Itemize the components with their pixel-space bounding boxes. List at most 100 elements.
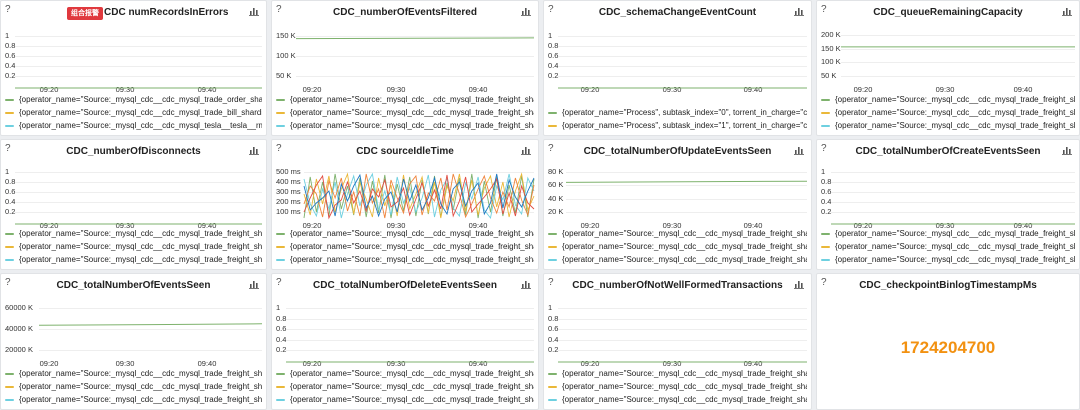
legend-swatch xyxy=(548,245,557,248)
legend-item[interactable]: {operator_name="Source:_mysql_cdc__cdc_m… xyxy=(276,253,534,266)
legend-swatch xyxy=(821,245,830,248)
legend-item[interactable]: {operator_name="Source:_mysql_cdc__cdc_m… xyxy=(548,253,807,266)
bar-chart-icon[interactable] xyxy=(794,146,804,155)
panel: ? CDC_totalNumberOfEventsSeen 60000 K 40000… xyxy=(0,273,267,410)
legend-label: {operator_name="Source:_mysql_cdc__cdc_m… xyxy=(835,229,1075,238)
legend-swatch xyxy=(5,98,14,101)
legend-label: {operator_name="Source:_mysql_cdc__cdc_m… xyxy=(19,121,262,130)
alert-badge[interactable]: 组合报警 xyxy=(67,7,103,20)
legend-item[interactable]: {operator_name="Source:_mysql_cdc__cdc_m… xyxy=(5,380,262,393)
series-area xyxy=(558,87,807,89)
legend-label: {operator_name="Source:_mysql_cdc__cdc_m… xyxy=(562,369,807,378)
legend-item[interactable]: {operator_name="Source:_mysql_cdc__cdc_m… xyxy=(276,93,534,106)
legend-item[interactable]: {operator_name="Source:_mysql_cdc__cdc_m… xyxy=(276,367,534,380)
legend-label: {operator_name="Source:_mysql_cdc__cdc_m… xyxy=(19,382,262,391)
legend-swatch xyxy=(548,124,557,127)
bar-chart-icon[interactable] xyxy=(249,146,259,155)
bar-chart-icon[interactable] xyxy=(794,7,804,16)
legend-label: {operator_name="Source:_mysql_cdc__cdc_m… xyxy=(562,255,807,264)
y-tick-label: 1 xyxy=(5,167,10,176)
legend-label: {operator_name="Process", subtask_index=… xyxy=(562,121,807,130)
legend-swatch xyxy=(821,111,830,114)
y-tick-label: 60 K xyxy=(548,180,564,190)
legend-item[interactable]: {operator_name="Source:_mysql_cdc__cdc_m… xyxy=(5,106,262,119)
help-icon[interactable]: ? xyxy=(5,4,11,15)
bar-chart-icon[interactable] xyxy=(1062,146,1072,155)
legend-item[interactable]: {operator_name="Source:_mysql_cdc__cdc_m… xyxy=(821,119,1075,132)
legend: {operator_name="Source:_mysql_cdc__cdc_m… xyxy=(5,93,262,132)
panel-title: CDC_numberOfNotWellFormedTransactions xyxy=(572,280,783,291)
panel-title: CDC_totalNumberOfEventsSeen xyxy=(56,280,211,291)
legend-item[interactable]: {operator_name="Source:_mysql_cdc__cdc_m… xyxy=(5,253,262,266)
bar-chart-icon[interactable] xyxy=(521,146,531,155)
legend-item[interactable]: {operator_name="Source:_mysql_cdc__cdc_m… xyxy=(5,240,262,253)
legend-item[interactable]: {operator_name="Source:_mysql_cdc__cdc_m… xyxy=(5,93,262,106)
legend-label: {operator_name="Source:_mysql_cdc__cdc_m… xyxy=(19,369,262,378)
y-tick-label: 1 xyxy=(821,167,826,176)
legend: {operator_name="Source:_mysql_cdc__cdc_m… xyxy=(5,227,262,266)
y-tick-label: 0.6 xyxy=(821,187,832,196)
y-tick-label: 40000 K xyxy=(5,324,33,333)
legend-item[interactable]: {operator_name="Source:_mysql_cdc__cdc_m… xyxy=(821,227,1075,240)
y-tick-label: 20 K xyxy=(548,207,564,216)
bar-chart-icon[interactable] xyxy=(249,280,259,289)
legend-label: {operator_name="Process", subtask_index=… xyxy=(562,108,807,117)
legend-item[interactable]: {operator_name="Source:_mysql_cdc__cdc_m… xyxy=(548,393,807,406)
panel-title: CDC_numberOfDisconnects xyxy=(66,146,201,157)
legend-swatch xyxy=(5,385,14,388)
legend-item[interactable]: {operator_name="Source:_mysql_cdc__cdc_m… xyxy=(276,119,534,132)
y-tick-label: 80 K xyxy=(548,167,564,176)
legend-item[interactable]: {operator_name="Source:_mysql_cdc__cdc_m… xyxy=(276,240,534,253)
legend-item[interactable]: {operator_name="Source:_mysql_cdc__cdc_m… xyxy=(821,240,1075,253)
legend-swatch xyxy=(5,372,14,375)
y-tick-label: 0.4 xyxy=(548,334,559,344)
bar-chart-icon[interactable] xyxy=(794,280,804,289)
legend-item[interactable]: {operator_name="Source:_mysql_cdc__cdc_m… xyxy=(821,253,1075,266)
bar-chart-icon[interactable] xyxy=(521,280,531,289)
legend-item[interactable]: {operator_name="Source:_mysql_cdc__cdc_m… xyxy=(548,367,807,380)
legend-item[interactable]: {operator_name="Process", subtask_index=… xyxy=(548,119,807,132)
series-area xyxy=(841,46,1075,48)
legend-item[interactable]: {operator_name="Source:_mysql_cdc__cdc_m… xyxy=(548,227,807,240)
legend-label: {operator_name="Source:_mysql_cdc__cdc_m… xyxy=(19,242,262,251)
legend-item[interactable]: {operator_name="Source:_mysql_cdc__cdc_m… xyxy=(548,380,807,393)
y-tick-label: 200 K xyxy=(821,30,841,39)
legend-item[interactable]: {operator_name="Source:_mysql_cdc__cdc_m… xyxy=(276,380,534,393)
legend-label: {operator_name="Source:_mysql_cdc__cdc_m… xyxy=(562,395,807,404)
y-tick-label: 0.6 xyxy=(548,51,559,60)
legend-item[interactable]: {operator_name="Source:_mysql_cdc__cdc_m… xyxy=(5,227,262,240)
legend-item[interactable]: {operator_name="Source:_mysql_cdc__cdc_m… xyxy=(5,393,262,406)
legend-item[interactable]: {operator_name="Process", subtask_index=… xyxy=(548,106,807,119)
panel: ? CDC_numberOfEventsFiltered 150 K 100 K 50 … xyxy=(271,0,539,136)
legend-item[interactable]: {operator_name="Source:_mysql_cdc__cdc_m… xyxy=(276,393,534,406)
legend-swatch xyxy=(5,111,14,114)
legend: {operator_name="Source:_mysql_cdc__cdc_m… xyxy=(276,367,534,406)
legend-item[interactable]: {operator_name="Source:_mysql_cdc__cdc_m… xyxy=(276,227,534,240)
legend-item[interactable]: {operator_name="Source:_mysql_cdc__cdc_m… xyxy=(821,93,1075,106)
y-tick-label: 0.2 xyxy=(276,345,287,354)
y-tick-label: 0.6 xyxy=(5,187,16,196)
bar-chart-icon[interactable] xyxy=(1062,7,1072,16)
panel: ? CDC_queueRemainingCapacity 200 K 150 K 100… xyxy=(816,0,1080,136)
legend-swatch xyxy=(276,124,285,127)
legend-item[interactable]: {operator_name="Source:_mysql_cdc__cdc_m… xyxy=(548,240,807,253)
y-tick-label: 1 xyxy=(548,31,553,40)
panel: ? CDC_numberOfDisconnects 1 0.8 0.6 0.4 0.2 09:… xyxy=(0,139,267,270)
bar-chart-icon[interactable] xyxy=(521,7,531,16)
y-tick-label: 0.8 xyxy=(548,313,559,323)
panel: ? CDC sourceIdleTime 500 ms 400 ms 300 ms 200… xyxy=(271,139,539,270)
legend-swatch xyxy=(276,372,285,375)
bar-chart-icon[interactable] xyxy=(249,7,259,16)
y-tick-label: 0.4 xyxy=(821,197,832,206)
legend-item[interactable]: {operator_name="Source:_mysql_cdc__cdc_m… xyxy=(821,106,1075,119)
y-tick-label: 0.8 xyxy=(276,313,287,323)
legend-item[interactable]: {operator_name="Source:_mysql_cdc__cdc_m… xyxy=(5,119,262,132)
legend-label: {operator_name="Source:_mysql_cdc__cdc_m… xyxy=(562,242,807,251)
legend-swatch xyxy=(276,258,285,261)
y-tick-label: 20000 K xyxy=(5,345,33,354)
legend-item[interactable]: {operator_name="Source:_mysql_cdc__cdc_m… xyxy=(5,367,262,380)
legend-item[interactable]: {operator_name="Source:_mysql_cdc__cdc_m… xyxy=(276,106,534,119)
panel: ? CDC_totalNumberOfCreateEventsSeen 1 0.8 0.… xyxy=(816,139,1080,270)
legend: {operator_name="Source:_mysql_cdc__cdc_m… xyxy=(548,227,807,266)
legend-swatch xyxy=(548,111,557,114)
